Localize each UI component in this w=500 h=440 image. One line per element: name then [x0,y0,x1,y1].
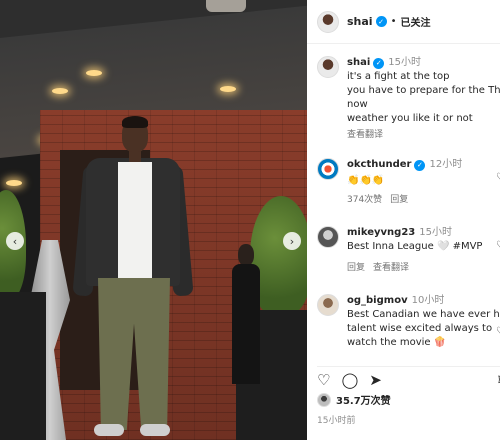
cargo-pants [98,278,170,430]
translate-link[interactable]: 查看翻译 [373,263,409,273]
ceiling-light [220,86,236,92]
heart-icon[interactable]: ♡ [317,371,330,389]
left-shoe [94,424,124,436]
caption-header: shai ✓ 15小时 [347,56,497,70]
header-username[interactable]: shai [347,15,373,28]
caption-line: now [347,99,368,110]
post-panel: shai ✓ • 已关注 shai ✓ 15小时 it's a fight at t… [307,0,500,440]
caption-line: it's a fight at the top [347,71,450,82]
comment-time: 10小时 [411,295,445,306]
comment: og_bigmov 10小时 Best Canadian we have ever… [317,294,500,350]
send-icon[interactable]: ➤ [369,371,382,389]
reply-link[interactable]: 回复 [390,195,408,205]
planter-left [0,292,46,440]
heart-icon[interactable]: ♡ [496,240,500,251]
verified-badge-icon: ✓ [414,159,426,171]
avatar[interactable] [317,158,339,180]
comment-body: og_bigmov 10小时 Best Canadian we have ever… [347,294,500,350]
bystander-body [232,264,260,384]
player-figure [72,116,194,440]
caption-line: you have to prepare for the Thunder [347,85,500,96]
chevron-left-icon[interactable]: ‹ [6,232,24,250]
comment-username[interactable]: okcthunder [347,159,411,170]
post-photo[interactable]: ‹ › [0,0,307,440]
comment-time: 12小时 [429,159,463,170]
bystander-head [238,244,254,266]
translate-link[interactable]: 查看翻译 [347,130,383,140]
reply-link[interactable]: 回复 [347,263,365,273]
avatar[interactable] [317,392,331,407]
chevron-right-icon[interactable]: › [283,232,301,250]
comment-line: Best Canadian we have ever had [347,309,500,320]
likes-summary: 35.7万次赞 [317,392,391,407]
ceiling-light [52,88,68,94]
caption-meta: 查看翻译 [347,129,497,141]
comment-username[interactable]: mikeyvng23 [347,227,415,238]
comment-icon[interactable]: ◯ [341,371,358,389]
white-shirt [118,162,152,280]
verified-badge-icon: ✓ [373,57,385,69]
awning-logo [206,0,246,12]
comment-header: og_bigmov 10小时 [347,294,497,308]
comment-text: Best Inna League 🤍 #MVP [347,241,483,252]
caption-username[interactable]: shai [347,57,370,68]
comment-line: watch the movie 🍿 [347,337,447,348]
comment-meta: 374次赞 回复 [347,194,497,206]
action-bar: ♡ ◯ ➤ ⌑ [317,366,500,389]
bystander [232,244,260,384]
likes-count[interactable]: 35.7万次赞 [336,392,391,407]
comment: okcthunder✓12小时 👏👏👏 374次赞回复 ♡ [317,158,500,206]
follow-status-button[interactable]: 已关注 [400,14,430,29]
comment-header: mikeyvng23 15小时 [347,226,497,240]
avatar[interactable] [317,226,339,248]
avatar[interactable] [317,10,339,33]
comment-time: 15小时 [419,227,452,238]
comment-text: 👏👏👏 [347,175,385,186]
comment-line: talent wise excited always to [347,323,493,334]
caption: shai ✓ 15小时 it's a fight at the top you ha… [317,56,500,141]
comment-likes[interactable]: 374次赞 [347,195,382,205]
separator-dot: • [390,16,397,27]
avatar[interactable] [317,294,339,316]
post-header: shai ✓ • 已关注 [307,0,500,44]
heart-icon[interactable]: ♡ [496,172,500,183]
caption-body: shai ✓ 15小时 it's a fight at the top you ha… [347,56,500,141]
right-shoe [140,424,170,436]
comment: mikeyvng23 15小时 Best Inna League 🤍 #MVP 回… [317,226,500,274]
comment-username[interactable]: og_bigmov [347,295,408,306]
caption-time: 15小时 [388,57,421,68]
ceiling-light [86,70,102,76]
comment-body: mikeyvng23 15小时 Best Inna League 🤍 #MVP 回… [347,226,497,274]
comment-header: okcthunder ✓ 12小时 [347,158,497,172]
hair [122,116,148,128]
verified-badge-icon: ✓ [375,16,387,27]
avatar[interactable] [317,56,339,78]
post-time: 15小时前 [317,416,356,426]
comment-meta: 回复 查看翻译 [347,262,497,274]
caption-line: weather you like it or not [347,113,473,124]
heart-icon[interactable]: ♡ [496,326,500,337]
ceiling-light [6,180,22,186]
comment-body: okcthunder ✓ 12小时 👏👏👏 374次赞 回复 [347,158,497,206]
